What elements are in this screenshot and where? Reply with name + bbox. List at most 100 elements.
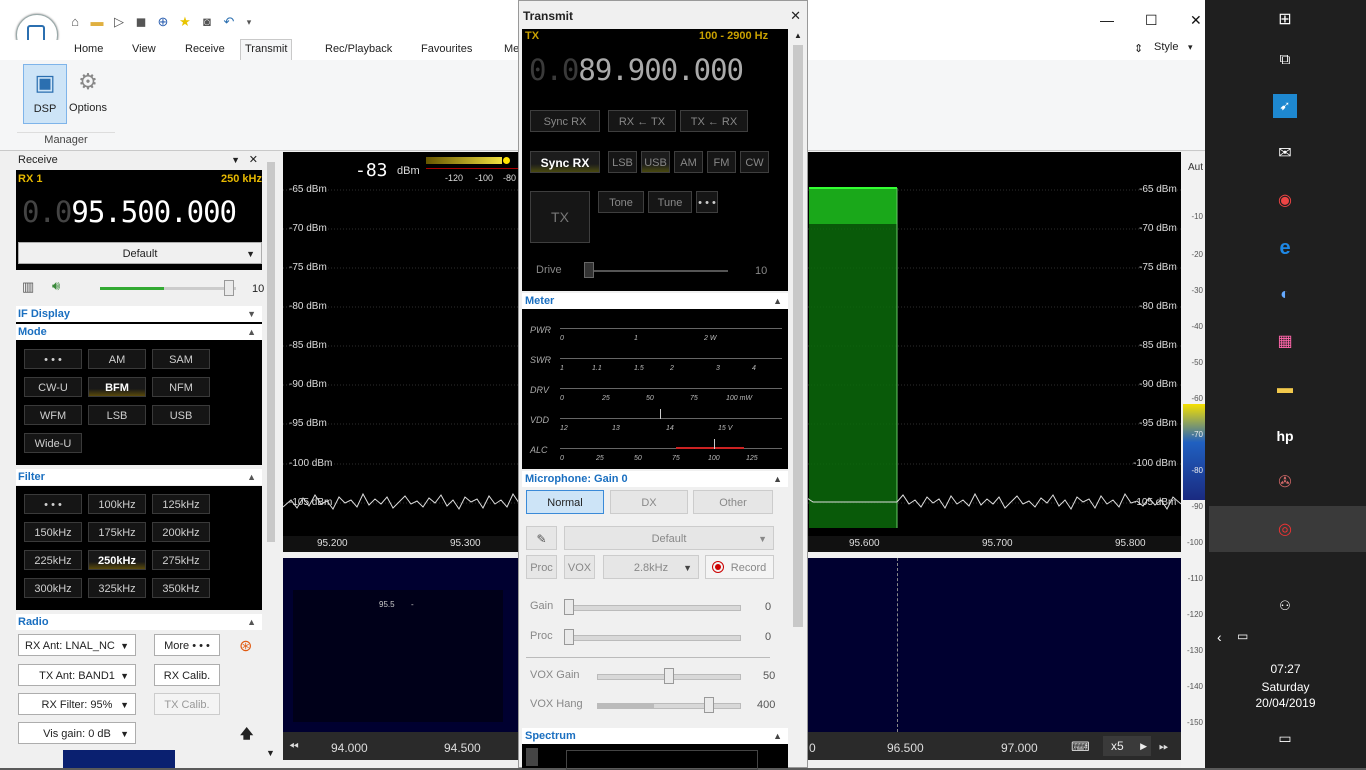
filter-header[interactable]: Filter ▲ [16, 469, 262, 485]
edge-icon[interactable]: e [1273, 236, 1297, 260]
mic-preset-select[interactable]: Default ▼ [564, 526, 774, 550]
record-button[interactable]: Record [705, 555, 774, 579]
vox-gain-slider[interactable] [597, 668, 741, 684]
tone-button[interactable]: Tone [598, 191, 644, 213]
mode-nfm-button[interactable]: NFM [152, 377, 210, 397]
vox-hang-slider[interactable] [597, 697, 741, 713]
spectrum-header[interactable]: Spectrum ▲ [522, 728, 788, 744]
filter-button[interactable]: 325kHz [88, 578, 146, 598]
panel-menu-icon[interactable]: ▼ [231, 152, 240, 169]
volume-slider[interactable] [100, 280, 236, 296]
proc-slider[interactable] [564, 629, 741, 645]
mode-usb-button[interactable]: USB [152, 405, 210, 425]
tx-mode-usb-button[interactable]: USB [641, 151, 670, 173]
rx-frequency[interactable]: 0.095.500.000 [22, 195, 237, 229]
maximize-icon[interactable]: ☐ [1145, 12, 1158, 29]
mode-cwu-button[interactable]: CW-U [24, 377, 82, 397]
mode-more-button[interactable]: • • • [24, 349, 82, 369]
options-button[interactable]: ⚙ Options [67, 64, 109, 122]
more-button[interactable]: More • • • [154, 634, 220, 656]
vox-button[interactable]: VOX [564, 555, 595, 579]
satellite-icon[interactable]: ✇ [1273, 471, 1297, 495]
filter-button[interactable]: 100kHz [88, 494, 146, 514]
meter-header[interactable]: Meter ▲ [522, 293, 788, 309]
vis-gain-select[interactable]: Vis gain: 0 dB ▼ [18, 722, 136, 744]
scroll-down-icon[interactable]: ▼ [266, 748, 275, 758]
mode-wfm-button[interactable]: WFM [24, 405, 82, 425]
filter-button[interactable]: 275kHz [152, 550, 210, 570]
filter-more-button[interactable]: • • • [24, 494, 82, 514]
left-panel-scrollbar[interactable]: ▼ [264, 152, 278, 760]
store-icon[interactable]: ▦ [1273, 330, 1297, 354]
rx-filter-select[interactable]: RX Filter: 95% ▼ [18, 693, 136, 715]
bandwidth-select[interactable]: 2.8kHz ▼ [603, 555, 699, 579]
scroll-right-icon[interactable]: ⏩︎ [1159, 739, 1169, 754]
sync-rx-toggle[interactable]: Sync RX [530, 151, 600, 173]
play-icon[interactable]: ▷ [111, 14, 127, 30]
proc-thumb[interactable] [564, 629, 574, 645]
tx-mode-cw-button[interactable]: CW [740, 151, 769, 173]
add-icon[interactable]: ⊕ [155, 14, 171, 30]
rocket-app-icon[interactable]: ➹ [1273, 94, 1297, 118]
mode-lsb-button[interactable]: LSB [88, 405, 146, 425]
panel-close-icon[interactable]: ✕ [249, 152, 258, 169]
style-dropdown-icon[interactable]: ▾ [1188, 42, 1193, 53]
tx-antenna-select[interactable]: TX Ant: BAND1 ▼ [18, 664, 136, 686]
windows-start-icon[interactable]: ⊞ [1273, 8, 1297, 32]
rx-antenna-select[interactable]: RX Ant: LNAL_NC ▼ [18, 634, 136, 656]
mail-icon[interactable]: ✉ [1273, 142, 1297, 166]
scroll-thumb[interactable] [793, 45, 803, 627]
battery-icon[interactable]: ▭ [1237, 629, 1248, 643]
sdr-app-icon[interactable]: ◎ [1273, 518, 1297, 542]
mode-header[interactable]: Mode ▲ [16, 324, 262, 340]
tx-calib-button[interactable]: TX Calib. [154, 693, 220, 715]
vox-hang-thumb[interactable] [704, 697, 714, 713]
mode-am-button[interactable]: AM [88, 349, 146, 369]
notification-icon[interactable]: ▭ [1273, 726, 1297, 750]
mic-profile-normal[interactable]: Normal [526, 490, 604, 514]
undo-icon[interactable]: ↶ [221, 14, 237, 30]
tx-more-button[interactable]: • • • [696, 191, 718, 213]
chrome-icon[interactable]: ◉ [1273, 189, 1297, 213]
file-explorer-icon[interactable]: ▬ [1273, 377, 1297, 401]
filter-button[interactable]: 200kHz [152, 522, 210, 542]
home-icon[interactable]: ⌂ [67, 14, 83, 30]
tx-from-rx-button[interactable]: TX ← RX [680, 110, 748, 132]
microphone-icon[interactable]: ✎ [526, 526, 557, 550]
auto-label[interactable]: Aut [1188, 162, 1203, 173]
people-icon[interactable]: ⚇ [1273, 594, 1297, 618]
filter-button[interactable]: 300kHz [24, 578, 82, 598]
vox-gain-thumb[interactable] [664, 668, 674, 684]
if-display-header[interactable]: IF Display ▼ [16, 306, 262, 322]
stop-icon[interactable]: ◼ [133, 14, 149, 30]
scroll-up-icon[interactable]: ▲ [794, 31, 802, 40]
volume-thumb[interactable] [224, 280, 234, 296]
arrow-up-icon[interactable]: 🡅 [240, 725, 253, 747]
keyboard-icon[interactable]: ⌨ [1071, 739, 1090, 755]
scroll-left-icon[interactable]: ⏪︎ [289, 739, 299, 754]
speaker-icon[interactable]: 🔊︎ [52, 278, 60, 294]
tune-button[interactable]: Tune [648, 191, 692, 213]
dsp-button[interactable]: ▣ DSP [23, 64, 67, 124]
gain-slider[interactable] [564, 599, 741, 615]
filter-button[interactable]: 225kHz [24, 550, 82, 570]
tx-mode-lsb-button[interactable]: LSB [608, 151, 637, 173]
color-scale-bar[interactable] [1183, 404, 1205, 500]
mode-wideu-button[interactable]: Wide-U [24, 433, 82, 453]
transmit-scrollbar[interactable]: ▲ [790, 29, 806, 767]
tx-frequency[interactable]: 0.089.900.000 [529, 53, 744, 87]
tab-favourites[interactable]: Favourites [417, 40, 476, 59]
zoom-select[interactable]: x5 ▶ [1103, 736, 1151, 756]
filter-button[interactable]: 175kHz [88, 522, 146, 542]
mic-profile-dx[interactable]: DX [610, 490, 688, 514]
equalizer-icon[interactable]: ▥ [22, 279, 34, 295]
task-view-icon[interactable]: ⧉ [1273, 48, 1297, 72]
radio-header[interactable]: Radio ▲ [16, 614, 262, 630]
tab-rec-playback[interactable]: Rec/Playback [321, 40, 396, 59]
clock-time[interactable]: 07:27 [1205, 662, 1366, 676]
dropdown-icon[interactable]: ▾ [241, 14, 257, 30]
hp-icon[interactable]: hp [1273, 424, 1297, 448]
drive-slider[interactable] [584, 262, 728, 278]
folder-icon[interactable]: ▬ [89, 14, 105, 30]
sync-rx-button[interactable]: Sync RX [530, 110, 600, 132]
